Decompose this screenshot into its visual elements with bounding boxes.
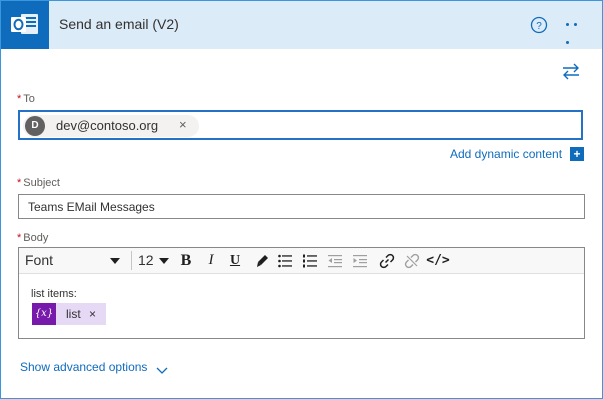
body-content[interactable]: list items: {x} list × xyxy=(31,288,106,325)
more-options-icon[interactable] xyxy=(566,23,588,44)
send-email-action-card: Send an email (V2) ? * To D dev@contoso.o… xyxy=(0,0,603,399)
recipient-token[interactable]: D dev@contoso.org × xyxy=(23,115,199,137)
required-mark: * xyxy=(17,177,22,189)
increase-indent-icon[interactable] xyxy=(350,251,370,270)
help-circle-icon[interactable]: ? xyxy=(530,16,548,34)
font-dropdown-chevron-icon[interactable] xyxy=(110,258,120,264)
remove-variable-icon[interactable]: × xyxy=(89,307,96,321)
variable-icon: {x} xyxy=(32,303,56,325)
outlook-icon xyxy=(1,1,49,49)
insert-link-icon[interactable] xyxy=(377,251,397,270)
font-size-select[interactable]: 12 xyxy=(138,252,154,268)
subject-label: * Subject xyxy=(17,177,60,189)
body-editor[interactable]: Font 12 B I U </> list items: {x} list × xyxy=(18,247,585,339)
to-label-text: To xyxy=(23,93,35,105)
subject-input[interactable]: Teams EMail Messages xyxy=(18,194,585,219)
subject-value: Teams EMail Messages xyxy=(28,200,155,214)
numbered-list-icon[interactable] xyxy=(300,251,320,270)
body-label-text: Body xyxy=(23,232,49,244)
remove-recipient-icon[interactable]: × xyxy=(179,117,187,132)
bullet-list-icon[interactable] xyxy=(275,251,295,270)
remove-link-icon[interactable] xyxy=(402,251,422,270)
add-dynamic-content-icon[interactable]: + xyxy=(570,147,584,161)
recipient-email: dev@contoso.org xyxy=(56,118,159,133)
variable-name: list xyxy=(66,307,81,321)
decrease-indent-icon[interactable] xyxy=(325,251,345,270)
body-text-line: list items: xyxy=(31,288,77,300)
avatar: D xyxy=(25,116,45,136)
text-color-brush-icon[interactable] xyxy=(252,251,272,270)
bold-button[interactable]: B xyxy=(176,251,196,270)
add-dynamic-content-link[interactable]: Add dynamic content xyxy=(450,147,562,161)
underline-button[interactable]: U xyxy=(225,251,245,270)
subject-label-text: Subject xyxy=(23,177,60,189)
font-size-dropdown-chevron-icon[interactable] xyxy=(159,258,169,264)
required-mark: * xyxy=(17,93,22,105)
code-view-button[interactable]: </> xyxy=(426,251,450,270)
action-header[interactable]: Send an email (V2) ? xyxy=(1,1,602,49)
required-mark: * xyxy=(17,232,22,244)
swap-arrows-icon[interactable] xyxy=(560,62,582,80)
to-field[interactable]: D dev@contoso.org × xyxy=(18,110,583,140)
rich-text-toolbar: Font 12 B I U </> xyxy=(19,248,584,274)
body-label: * Body xyxy=(17,232,48,244)
svg-text:?: ? xyxy=(536,21,542,32)
to-label: * To xyxy=(17,93,35,105)
font-family-select[interactable]: Font xyxy=(25,252,53,268)
show-advanced-options-link[interactable]: Show advanced options xyxy=(20,360,147,374)
toolbar-divider xyxy=(131,251,132,270)
action-title: Send an email (V2) xyxy=(59,16,179,32)
chevron-down-icon[interactable] xyxy=(156,362,168,380)
variable-token[interactable]: {x} list × xyxy=(32,303,106,325)
italic-button[interactable]: I xyxy=(201,251,221,270)
